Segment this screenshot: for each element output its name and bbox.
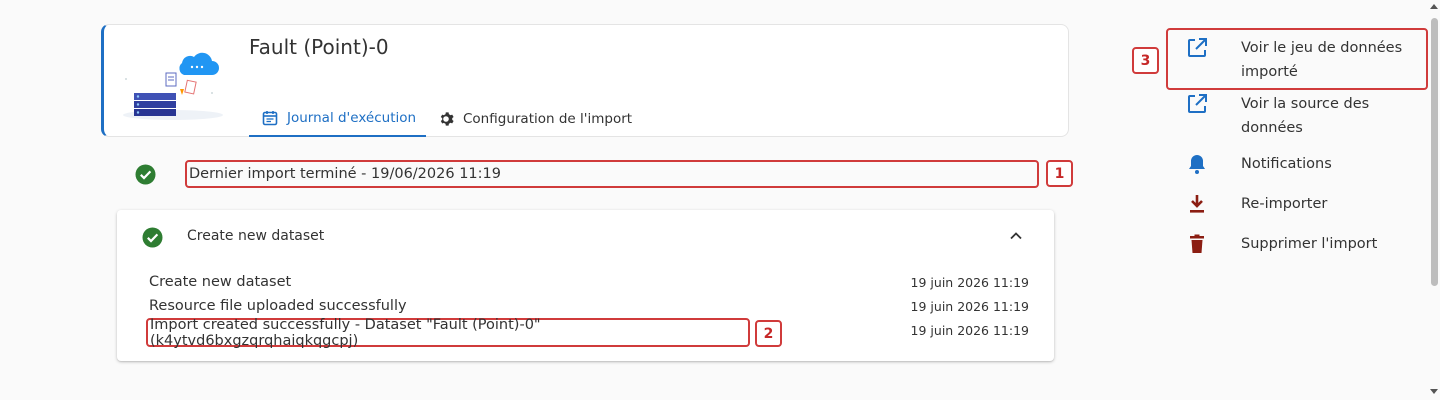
action-label: Re-importer — [1241, 196, 1328, 212]
page-scrollbar[interactable] — [1428, 0, 1440, 400]
check-circle-icon — [142, 227, 163, 248]
action-label: Voir le jeu de données importé — [1241, 40, 1403, 80]
scroll-down-arrow-icon[interactable] — [1430, 389, 1438, 394]
log-timestamp: 19 juin 2026 11:19 — [910, 323, 1029, 338]
view-data-source-link[interactable]: Voir la source des données — [1185, 92, 1416, 140]
tab-journal[interactable]: Journal d'exécution — [249, 101, 426, 137]
log-message: Create new dataset — [149, 274, 292, 290]
reimport-button[interactable]: Re-importer — [1185, 192, 1416, 216]
task-title: Create new dataset — [187, 228, 325, 244]
annotation-badge: 2 — [755, 320, 782, 347]
trash-icon — [1190, 234, 1204, 253]
tab-journal-label: Journal d'exécution — [287, 110, 417, 126]
calendar-icon — [262, 111, 278, 126]
log-message: Resource file uploaded successfully — [149, 298, 407, 314]
tab-configuration[interactable]: Configuration de l'import — [438, 101, 632, 137]
annotation-badge: 1 — [1046, 160, 1073, 187]
external-link-icon — [1188, 38, 1207, 57]
delete-import-button[interactable]: Supprimer l'import — [1185, 232, 1416, 256]
view-imported-dataset-link[interactable]: Voir le jeu de données importé — [1185, 36, 1416, 84]
action-label: Voir la source des données — [1241, 96, 1370, 136]
annotation-badge: 3 — [1132, 47, 1159, 74]
bell-icon — [1189, 155, 1205, 174]
import-illustration-icon — [123, 52, 223, 120]
chevron-up-icon[interactable] — [1008, 228, 1024, 244]
gear-icon — [440, 112, 454, 126]
log-message-highlighted: Import created successfully - Dataset "F… — [146, 317, 750, 349]
check-circle-icon — [135, 164, 156, 185]
log-timestamp: 19 juin 2026 11:19 — [910, 275, 1029, 290]
log-entry: Resource file uploaded successfully 19 j… — [149, 298, 1029, 314]
download-icon — [1190, 195, 1204, 213]
dataset-title: Fault (Point)-0 — [249, 35, 389, 59]
last-import-status: Dernier import terminé - 19/06/2026 11:1… — [185, 160, 1039, 188]
scroll-up-arrow-icon[interactable] — [1430, 4, 1438, 9]
log-timestamp: 19 juin 2026 11:19 — [910, 299, 1029, 314]
dataset-header-card: Fault (Point)-0 Journal d'exécution Conf… — [101, 24, 1069, 137]
action-label: Notifications — [1241, 156, 1332, 172]
notifications-button[interactable]: Notifications — [1185, 152, 1416, 176]
log-entry: Create new dataset 19 juin 2026 11:19 — [149, 274, 1029, 290]
tab-configuration-label: Configuration de l'import — [463, 111, 633, 127]
action-label: Supprimer l'import — [1241, 236, 1378, 252]
external-link-icon — [1188, 94, 1207, 113]
scrollbar-thumb[interactable] — [1431, 18, 1438, 286]
